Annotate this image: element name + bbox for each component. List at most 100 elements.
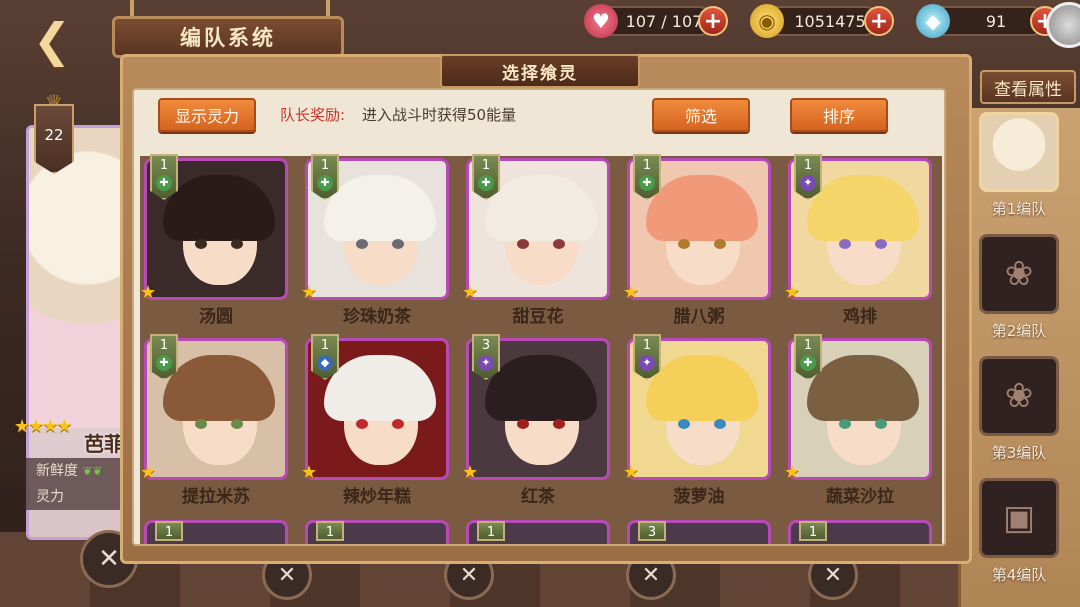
fork-knife-icon: ✕	[98, 544, 120, 574]
level-flag: 1 ✦	[794, 154, 822, 200]
portrait-hair	[485, 355, 597, 421]
level-value: 3	[481, 338, 491, 353]
level-value: 1	[808, 525, 818, 540]
portrait-eye	[356, 239, 368, 249]
character-card[interactable]: 1 ✚ ★ 蔬菜沙拉	[784, 334, 934, 508]
portrait-eye	[553, 419, 565, 429]
team-2[interactable]: ❀ 第2编队	[977, 234, 1061, 341]
level-flag: 1 ✦	[633, 334, 661, 380]
level-value: 1	[159, 158, 169, 173]
character-name: 蔬菜沙拉	[826, 487, 894, 507]
character-name: 甜豆花	[512, 307, 564, 327]
portrait-eye	[678, 239, 690, 249]
leaf-icon: ❦❦	[82, 464, 103, 478]
portrait-hair	[646, 355, 758, 421]
level-value: 1	[803, 338, 813, 353]
back-arrow-icon: ❮	[32, 13, 72, 67]
level-flag: 1 ✚	[311, 154, 339, 200]
fork-knife-icon: ✕	[277, 562, 297, 588]
level-value: 1	[320, 338, 330, 353]
portrait-eye	[839, 419, 851, 429]
gem-counter: ◆ 91 +	[916, 4, 1060, 38]
character-card[interactable]: 1	[144, 520, 288, 544]
star-class-icon: ✦	[639, 355, 655, 371]
character-name: 菠萝油	[673, 487, 725, 507]
portrait-eye	[195, 419, 207, 429]
star-icon: ★	[301, 462, 318, 483]
add-stamina-button[interactable]: +	[698, 6, 728, 36]
star-icon: ★	[462, 462, 479, 483]
character-card[interactable]: 1	[305, 520, 449, 544]
page-title: 编队系统	[112, 16, 344, 58]
team-4[interactable]: ▣ 第4编队	[977, 478, 1061, 585]
character-card[interactable]: 1 ◆ ★ 辣炒年糕	[301, 334, 451, 508]
level-value: 1	[164, 525, 174, 540]
team-label: 第1编队	[991, 200, 1047, 218]
portrait-eye	[356, 419, 368, 429]
stamina-counter: ♥ 107 / 107 +	[584, 4, 728, 38]
character-card[interactable]: 3 ✦ ★ 红茶	[462, 334, 612, 508]
level-value: 1	[803, 158, 813, 173]
stamina-value: 107 / 107	[625, 11, 703, 31]
level-value: 1	[320, 158, 330, 173]
plus-class-icon: ✚	[639, 175, 655, 191]
character-card[interactable]: 1	[788, 520, 932, 544]
view-attributes-button[interactable]: 查看属性	[980, 70, 1076, 104]
character-name: 芭菲	[84, 432, 124, 456]
star-icon: ★	[784, 462, 801, 483]
level-flag: 1	[477, 521, 505, 541]
character-name: 辣炒年糕	[343, 487, 411, 507]
portrait-hair	[807, 355, 919, 421]
character-card[interactable]: 1 ✚ ★ 汤圆	[140, 154, 290, 328]
level-flag: 1 ✚	[633, 154, 661, 200]
star-class-icon: ✦	[478, 355, 494, 371]
star-icon: ★	[140, 462, 157, 483]
plus-class-icon: ✚	[317, 175, 333, 191]
add-gold-button[interactable]: +	[864, 6, 894, 36]
portrait-eye	[714, 419, 726, 429]
star-icon: ★	[784, 282, 801, 303]
filter-button[interactable]: 筛选	[652, 98, 750, 132]
fork-knife-icon: ✕	[823, 562, 843, 588]
team-leader-avatar	[979, 112, 1059, 192]
level-flag: 1 ✚	[472, 154, 500, 200]
character-name: 汤圆	[199, 307, 233, 327]
star-class-icon: ✦	[800, 175, 816, 191]
portrait-hair	[807, 175, 919, 241]
portrait-eye	[392, 239, 404, 249]
level-value: 1	[159, 338, 169, 353]
team-emblem-icon: ❀	[979, 356, 1059, 436]
character-card[interactable]: 3	[627, 520, 771, 544]
level-value: 1	[481, 158, 491, 173]
plus-class-icon: ✚	[478, 175, 494, 191]
sort-button[interactable]: 排序	[790, 98, 888, 132]
character-card[interactable]: 1 ✚ ★ 腊八粥	[623, 154, 773, 328]
portrait-hair	[163, 175, 275, 241]
level-flag: 1	[799, 521, 827, 541]
star-icon: ★	[623, 462, 640, 483]
team-label: 第3编队	[991, 444, 1047, 462]
portrait-eye	[517, 419, 529, 429]
gold-counter: ◉ 1051475 +	[750, 4, 894, 38]
character-card[interactable]: 1 ✚ ★ 珍珠奶茶	[301, 154, 451, 328]
character-card[interactable]: 1 ✚ ★ 甜豆花	[462, 154, 612, 328]
character-card[interactable]: 1 ✦ ★ 菠萝油	[623, 334, 773, 508]
star-icon: ★	[462, 282, 479, 303]
team-3[interactable]: ❀ 第3编队	[977, 356, 1061, 463]
level-flag: 1 ✚	[794, 334, 822, 380]
portrait-eye	[231, 419, 243, 429]
team-1[interactable]: 第1编队	[977, 112, 1061, 219]
show-power-button[interactable]: 显示灵力	[158, 98, 256, 132]
character-card[interactable]: 1	[466, 520, 610, 544]
rarity-stars: ★★★★	[14, 416, 73, 437]
character-name: 腊八粥	[673, 307, 725, 327]
portrait-eye	[231, 239, 243, 249]
level-badge: 22	[34, 104, 74, 174]
character-name: 鸡排	[843, 307, 877, 327]
plus-class-icon: ✚	[800, 355, 816, 371]
portrait-hair	[324, 175, 436, 241]
character-card[interactable]: 1 ✦ ★ 鸡排	[784, 154, 934, 328]
character-card[interactable]: 1 ✚ ★ 提拉米苏	[140, 334, 290, 508]
back-button[interactable]: ❮	[14, 13, 90, 67]
shield-class-icon: ◆	[317, 355, 333, 371]
